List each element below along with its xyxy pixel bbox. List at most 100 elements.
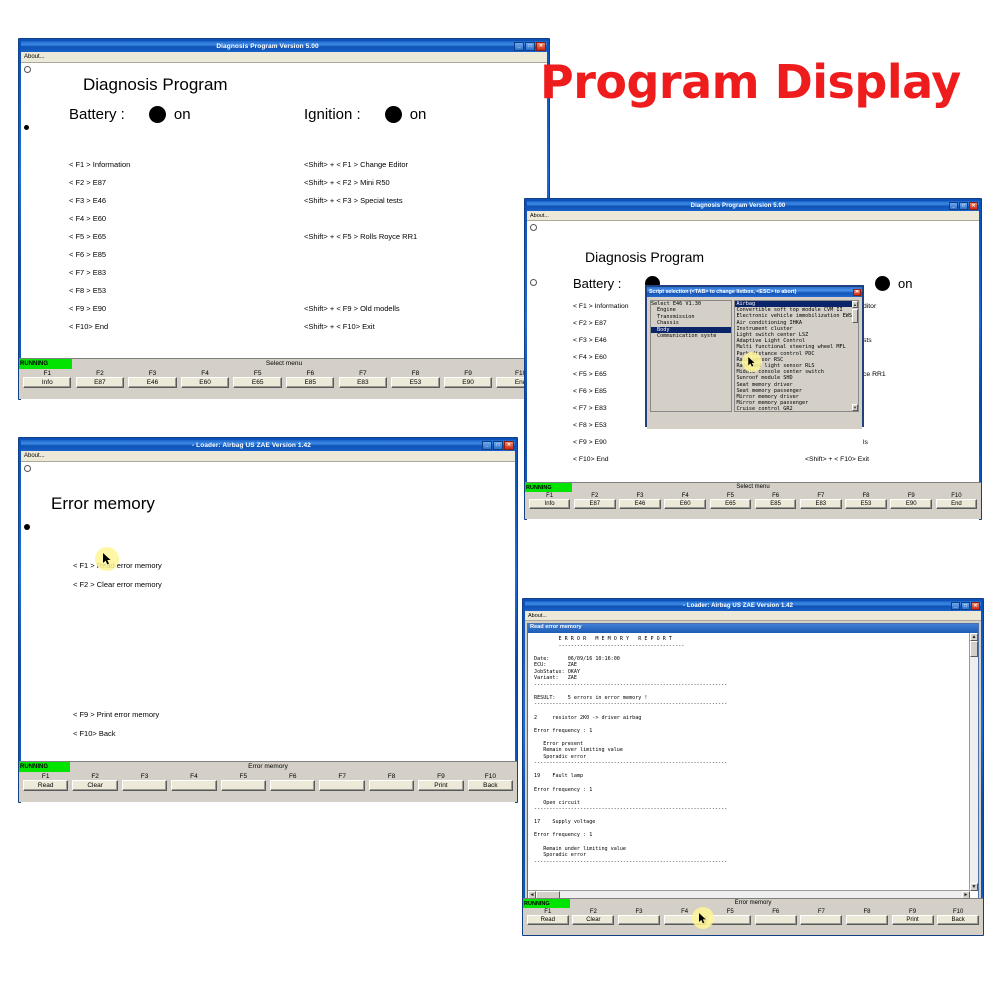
key-item[interactable]: < F9 > E90 [69, 304, 130, 322]
fkey-button[interactable]: E90 [443, 377, 493, 388]
fkey-button[interactable]: Back [937, 915, 980, 925]
fkey-button[interactable]: Print [891, 915, 934, 925]
close-button[interactable]: ✕ [536, 42, 546, 51]
window-controls[interactable]: _ □ ✕ [951, 602, 981, 610]
fkey-slot[interactable]: F5 E65 [708, 493, 753, 509]
fkey-button[interactable]: Read [526, 915, 569, 925]
key-item[interactable]: < F4 > E60 [69, 214, 130, 232]
fkey-button[interactable]: E60 [180, 377, 230, 388]
fkey-slot[interactable]: F6 [268, 773, 317, 791]
key-item[interactable]: < F2 > E87 [69, 178, 130, 196]
window-error-memory[interactable]: - Loader: Airbag US ZAE Version 1.42 _ □… [18, 437, 518, 803]
window-diagnosis-program-script[interactable]: Diagnosis Program Version 5.00 _ □ ✕ Abo… [524, 198, 982, 520]
maximize-button[interactable]: □ [961, 602, 970, 610]
fkey-slot[interactable]: F2 E87 [572, 493, 617, 509]
titlebar[interactable]: - Loader: Airbag US ZAE Version 1.42 _ □… [525, 601, 981, 611]
fkey-button[interactable]: Clear [572, 915, 615, 925]
key-item[interactable]: < F5 > E65 [573, 371, 629, 388]
fkey-button[interactable]: Clear [72, 780, 118, 791]
fkey-slot[interactable]: F1 Read [525, 909, 571, 925]
function-key-bar[interactable]: F1 Info F2 E87 F3 E46 F4 E60 F5 E65 F6 E85 F7 E… [19, 369, 549, 388]
fkey-button[interactable]: E83 [338, 377, 388, 388]
close-button[interactable]: ✕ [971, 602, 980, 610]
fkey-slot[interactable]: F4 [169, 773, 218, 791]
fkey-button[interactable]: E60 [664, 499, 706, 509]
minimize-button[interactable]: _ [949, 202, 958, 210]
key-item[interactable]: < F2 > E87 [573, 320, 629, 337]
scroll-down-icon[interactable]: ▼ [852, 404, 858, 411]
fkey-slot[interactable]: F3 E46 [617, 493, 662, 509]
fkey-button[interactable]: E53 [845, 499, 887, 509]
fkey-slot[interactable]: F5 E65 [231, 370, 284, 388]
key-item[interactable]: < F5 > E65 [69, 232, 130, 250]
dialog-close-button[interactable]: ✕ [853, 288, 861, 296]
fkey-slot[interactable]: F8 [844, 909, 890, 925]
menu-item-about[interactable]: About... [527, 213, 552, 219]
key-item[interactable]: < F6 > E85 [69, 250, 130, 268]
fkey-button[interactable]: E85 [754, 499, 797, 509]
fkey-slot[interactable]: F10 Back [935, 909, 981, 925]
minimize-button[interactable]: _ [482, 441, 492, 450]
menubar[interactable]: About... [525, 611, 981, 621]
maximize-button[interactable]: □ [493, 441, 503, 450]
fkey-slot[interactable]: F6 E85 [753, 493, 798, 509]
fkey-slot[interactable]: F10 Back [466, 773, 515, 791]
close-button[interactable]: ✕ [969, 202, 978, 210]
titlebar[interactable]: Diagnosis Program Version 5.00 _ □ ✕ [21, 41, 547, 52]
key-item[interactable]: < F2 > Clear error memory [73, 580, 162, 599]
fkey-slot[interactable]: F5 [219, 773, 268, 791]
list-item[interactable]: Multi functional steering wheel MFL [735, 344, 852, 350]
list-item[interactable]: Communication syste [651, 333, 731, 339]
fkey-button[interactable]: E46 [128, 377, 177, 388]
key-item[interactable]: < F7 > E83 [573, 405, 629, 422]
dialog-script-selection[interactable]: Script selection (<TAB> to change listbo… [645, 285, 864, 429]
fkey-slot[interactable]: F8 E53 [389, 370, 442, 388]
fkey-slot[interactable]: F9 Print [890, 909, 936, 925]
menubar[interactable]: About... [21, 451, 515, 462]
fkey-button[interactable] [368, 780, 415, 791]
fkey-slot[interactable]: F3 E46 [126, 370, 179, 388]
fkey-slot[interactable]: F6 E85 [284, 370, 337, 388]
fkey-button[interactable]: End [935, 499, 978, 509]
fkey-button[interactable]: Info [528, 499, 571, 509]
fkey-button[interactable]: E65 [233, 377, 282, 388]
key-item[interactable]: < F10> End [69, 322, 130, 340]
report-vertical-scrollbar[interactable]: ▲ ▼ [969, 633, 978, 891]
fkey-button[interactable] [121, 780, 168, 791]
key-item[interactable]: <Shift> + < F1 > Change Editor [304, 160, 417, 178]
listbox-scrollbar[interactable]: ▲ ▼ [852, 300, 859, 412]
menu-item-about[interactable]: About... [525, 613, 550, 619]
fkey-button[interactable] [220, 780, 267, 791]
window-controls[interactable]: _ □ ✕ [482, 441, 515, 450]
maximize-button[interactable]: □ [959, 202, 968, 210]
fkey-slot[interactable]: F2 E87 [74, 370, 127, 388]
listbox-modules[interactable]: Airbag Convertible soft top module CVM I… [734, 300, 852, 412]
fkey-slot[interactable]: F3 [120, 773, 169, 791]
fkey-slot[interactable]: F7 E83 [337, 370, 390, 388]
scroll-thumb[interactable] [852, 309, 858, 323]
minimize-button[interactable]: _ [951, 602, 960, 610]
fkey-slot[interactable]: F4 E60 [179, 370, 232, 388]
fkey-button[interactable] [270, 780, 316, 791]
fkey-button[interactable] [800, 915, 843, 925]
fkey-button[interactable] [709, 915, 752, 925]
menubar[interactable]: About... [21, 52, 547, 63]
key-item[interactable]: < F8 > E53 [573, 422, 629, 439]
fkey-button[interactable]: E65 [709, 499, 752, 509]
key-item[interactable]: < F10> Back [73, 729, 159, 748]
titlebar[interactable]: Diagnosis Program Version 5.00 _ □ ✕ [527, 201, 979, 211]
key-item[interactable]: < F4 > E60 [573, 354, 629, 371]
fkey-slot[interactable]: F3 [616, 909, 662, 925]
key-item[interactable]: < F10> End [573, 456, 629, 473]
menu-item-about[interactable]: About... [21, 54, 48, 60]
fkey-button[interactable] [663, 915, 706, 925]
window-error-memory-report[interactable]: - Loader: Airbag US ZAE Version 1.42 _ □… [522, 598, 984, 936]
key-item[interactable]: < F7 > E83 [69, 268, 130, 286]
fkey-button[interactable]: Back [467, 780, 514, 791]
scroll-up-icon[interactable]: ▲ [970, 633, 978, 641]
scroll-down-icon[interactable]: ▼ [970, 883, 978, 891]
key-item[interactable]: < F3 > E46 [573, 337, 629, 354]
listbox-groups[interactable]: Select E46 V1.30 Engine Transmission Cha… [650, 300, 733, 412]
fkey-button[interactable]: E90 [890, 499, 933, 509]
fkey-slot[interactable]: F5 [707, 909, 753, 925]
